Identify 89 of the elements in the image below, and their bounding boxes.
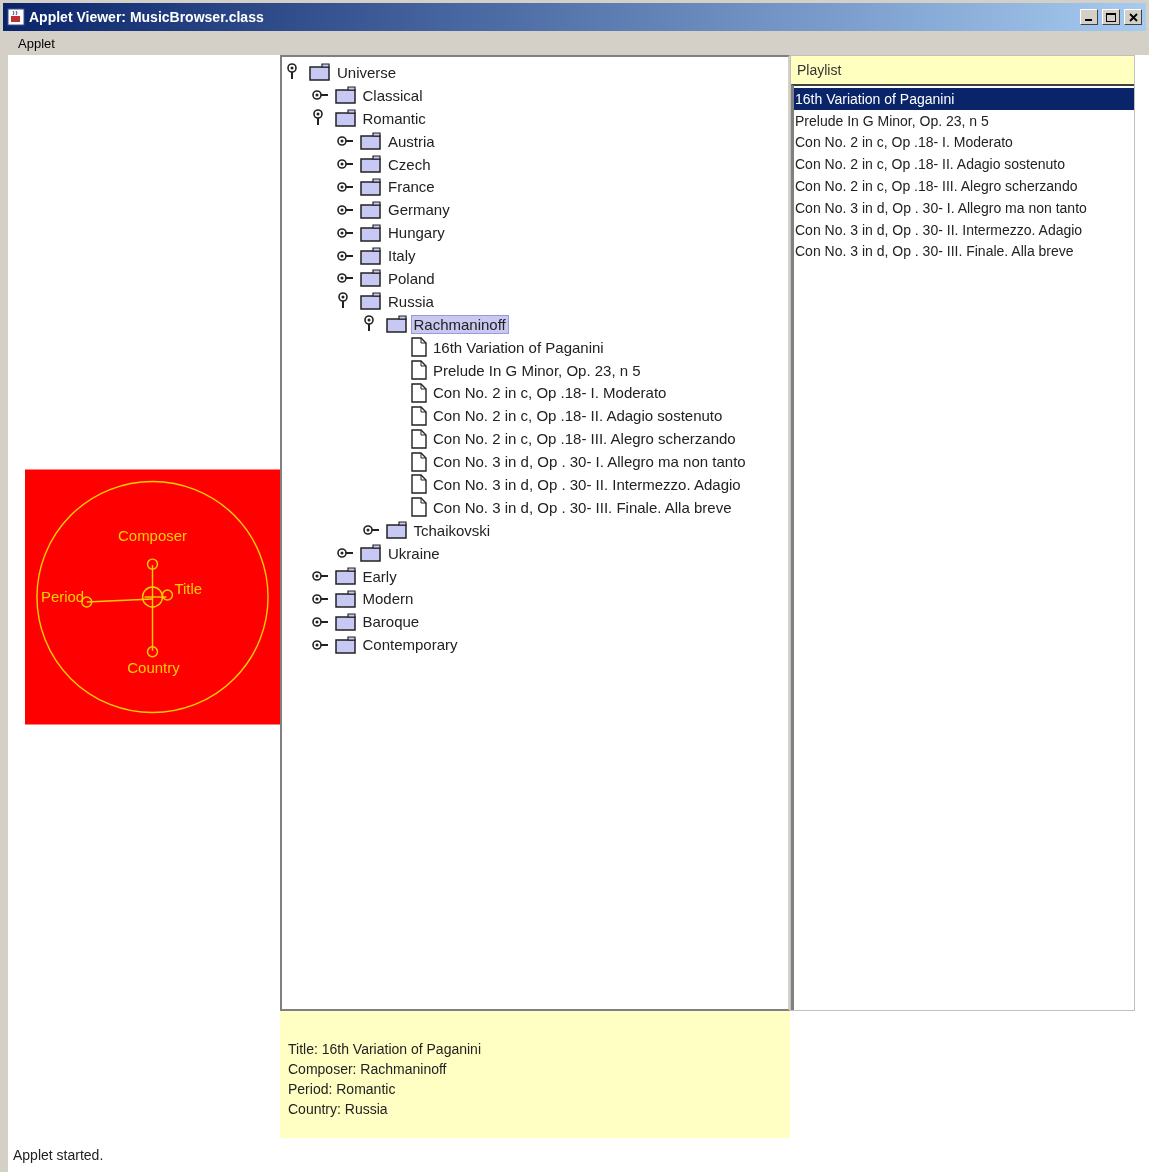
menu-item[interactable]: Applet — [12, 35, 61, 51]
axis-label: Composer — [118, 526, 187, 544]
tree-folder-item[interactable]: Hungary — [385, 223, 448, 243]
tree-folder-item[interactable]: Russia — [385, 291, 437, 311]
collapse-handle-icon[interactable] — [337, 292, 351, 311]
maximize-icon — [1106, 12, 1116, 22]
folder-icon — [360, 132, 382, 151]
folder-icon — [334, 635, 357, 654]
tree-folder-item[interactable]: Italy — [385, 246, 419, 266]
tree-file-item[interactable]: Con No. 2 in c, Op .18- II. Adagio sostenuto — [430, 406, 726, 426]
document-icon — [411, 360, 427, 380]
document-icon — [411, 382, 427, 403]
tree-folder-item[interactable]: Classical — [359, 85, 426, 105]
folder-icon — [360, 246, 382, 265]
document-icon — [411, 428, 427, 449]
expand-handle-icon[interactable] — [337, 179, 355, 194]
collapse-handle-icon[interactable] — [311, 109, 326, 128]
tree-file-item[interactable]: Prelude In G Minor, Op. 23, n 5 — [430, 360, 644, 380]
folder-icon — [334, 86, 357, 105]
expand-handle-icon[interactable] — [311, 88, 330, 103]
document-icon — [411, 474, 427, 495]
tree-folder-item[interactable]: Rachmaninoff — [410, 314, 509, 334]
detail-line: Period: Romantic — [288, 1081, 397, 1097]
tree-folder-item[interactable]: Baroque — [359, 612, 423, 632]
playlist-item[interactable]: 16th Variation of Paganini — [794, 88, 1134, 110]
document-icon — [411, 451, 427, 472]
folder-icon — [309, 63, 331, 82]
expand-handle-icon[interactable] — [362, 523, 381, 538]
tree-folder-item[interactable]: Early — [359, 566, 400, 586]
folder-icon — [385, 521, 408, 540]
folder-icon — [360, 155, 382, 173]
detail-line: Title: 16th Variation of Paganini — [288, 1041, 482, 1057]
folder-icon — [334, 589, 357, 608]
expand-handle-icon[interactable] — [337, 157, 355, 171]
expand-handle-icon[interactable] — [337, 134, 355, 149]
tree-folder-item[interactable]: Germany — [385, 200, 453, 220]
folder-icon — [385, 315, 408, 334]
expand-handle-icon[interactable] — [311, 637, 330, 652]
document-icon — [411, 337, 427, 358]
document-icon — [411, 497, 427, 518]
coffee-cup-icon — [7, 8, 25, 26]
tree-folder-item[interactable]: Poland — [385, 268, 438, 288]
document-icon — [411, 405, 427, 426]
expand-handle-icon[interactable] — [337, 248, 355, 263]
tree-folder-item[interactable]: Modern — [359, 589, 417, 609]
folder-icon — [334, 612, 357, 631]
expand-handle-icon[interactable] — [311, 591, 330, 606]
detail-line: Composer: Rachmaninoff — [288, 1061, 448, 1077]
expand-handle-icon[interactable] — [337, 202, 355, 217]
tree-folder-item[interactable]: Czech — [385, 154, 434, 174]
maximize-button[interactable] — [1102, 9, 1120, 25]
status-text: Applet started. — [13, 1147, 104, 1163]
expand-handle-icon[interactable] — [337, 546, 355, 561]
folder-icon — [360, 200, 382, 219]
tree-folder-item[interactable]: Romantic — [359, 108, 429, 128]
tree-folder-item[interactable]: Universe — [334, 62, 400, 82]
tree-file-item[interactable]: Con No. 3 in d, Op . 30- III. Finale. Alla breve — [430, 497, 735, 517]
detail-line: Country: Russia — [288, 1101, 389, 1117]
tree-folder-item[interactable]: Ukraine — [385, 543, 443, 563]
folder-icon — [360, 292, 382, 311]
folder-icon — [360, 223, 382, 242]
tree-file-item[interactable]: Con No. 3 in d, Op . 30- I. Allegro ma non tanto — [430, 452, 749, 472]
tree-file-item[interactable]: 16th Variation of Paganini — [430, 337, 607, 357]
axis-label: Period — [40, 587, 85, 605]
expand-handle-icon[interactable] — [337, 271, 355, 286]
minimize-button[interactable] — [1080, 9, 1098, 25]
tree-folder-item[interactable]: Austria — [385, 131, 438, 151]
close-button[interactable] — [1124, 9, 1142, 25]
tree-file-item[interactable]: Con No. 2 in c, Op .18- I. Moderato — [430, 383, 670, 403]
close-icon — [1128, 12, 1138, 22]
folder-icon — [334, 109, 357, 128]
axis-label: Country — [127, 658, 180, 676]
expand-handle-icon[interactable] — [311, 569, 330, 584]
tree-file-item[interactable]: Con No. 3 in d, Op . 30- II. Intermezzo. Adagio — [430, 474, 744, 494]
tree-file-item[interactable]: Con No. 2 in c, Op .18- III. Alegro scherzando — [430, 429, 739, 449]
playlist-title: Playlist — [797, 62, 842, 78]
axis-label: Title — [174, 579, 203, 597]
folder-icon — [360, 269, 382, 288]
collapse-handle-icon[interactable] — [286, 63, 300, 82]
tree-folder-item[interactable]: Tchaikovski — [410, 520, 494, 540]
tree-folder-item[interactable]: France — [385, 177, 438, 197]
window-title: Applet Viewer: MusicBrowser.class — [29, 9, 265, 25]
folder-icon — [360, 544, 382, 563]
tree-folder-item[interactable]: Contemporary — [359, 635, 461, 655]
folder-icon — [360, 177, 382, 196]
collapse-handle-icon[interactable] — [362, 315, 377, 334]
expand-handle-icon[interactable] — [337, 225, 355, 240]
folder-icon — [334, 567, 357, 586]
expand-handle-icon[interactable] — [311, 614, 330, 629]
